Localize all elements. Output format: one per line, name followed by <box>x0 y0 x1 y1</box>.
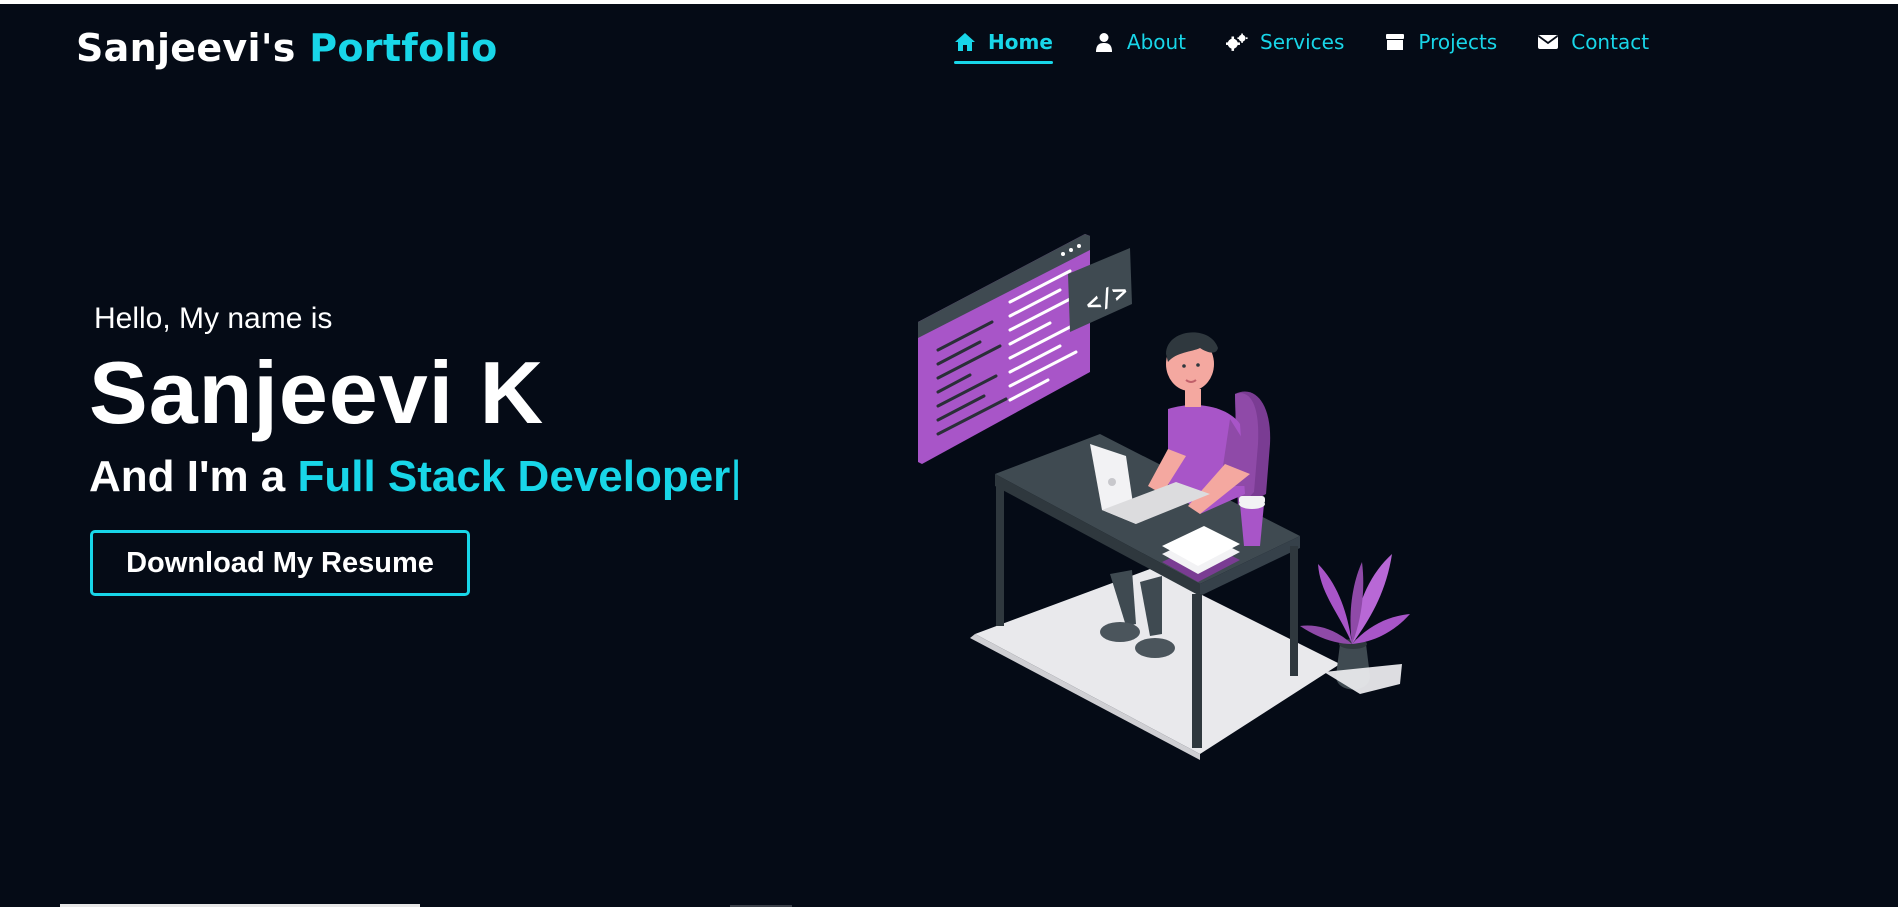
role-prefix: And I'm a <box>89 452 298 501</box>
home-icon <box>954 32 976 52</box>
envelope-icon <box>1537 32 1559 52</box>
nav-label-contact: Contact <box>1571 30 1650 54</box>
main-nav: Home About Services Projects Contact <box>954 30 1649 64</box>
hero-greeting: Hello, My name is <box>94 302 333 335</box>
hero-role: And I'm a Full Stack Developer| <box>89 452 742 502</box>
nav-label-home: Home <box>988 30 1053 54</box>
nav-item-about[interactable]: About <box>1093 30 1186 64</box>
nav-item-projects[interactable]: Projects <box>1384 30 1497 64</box>
nav-item-services[interactable]: Services <box>1226 30 1344 64</box>
nav-label-services: Services <box>1260 30 1345 54</box>
page: Sanjeevi's Portfolio Home About Services… <box>0 4 1898 907</box>
archive-icon <box>1384 32 1406 52</box>
brand-accent: Portfolio <box>309 26 498 70</box>
nav-item-home[interactable]: Home <box>954 30 1053 64</box>
typing-cursor: | <box>730 452 742 501</box>
site-logo[interactable]: Sanjeevi's Portfolio <box>76 26 498 70</box>
user-icon <box>1093 32 1115 52</box>
nav-item-contact[interactable]: Contact <box>1537 30 1649 64</box>
nav-label-about: About <box>1126 30 1187 54</box>
download-resume-button[interactable]: Download My Resume <box>90 530 470 596</box>
hero-name: Sanjeevi K <box>89 343 545 442</box>
role-typed-text: Full Stack Developer <box>297 452 731 501</box>
brand-name: Sanjeevi's <box>76 26 296 70</box>
code-panel <box>918 234 1090 464</box>
nav-label-projects: Projects <box>1418 30 1498 54</box>
gears-icon <box>1226 32 1248 52</box>
developer-illustration: </> <box>900 224 1420 764</box>
